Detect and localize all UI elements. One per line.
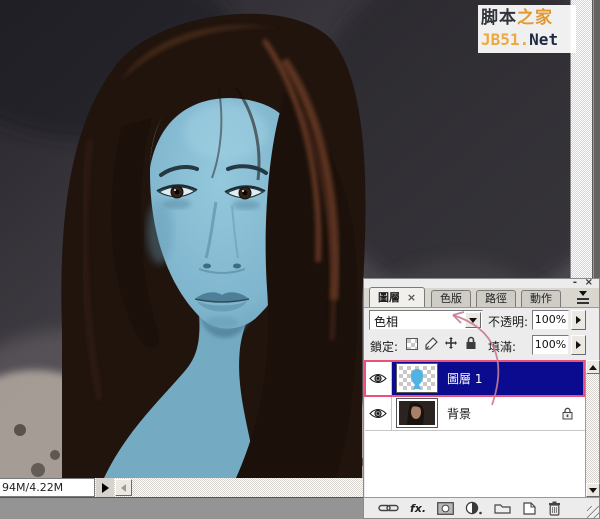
panel-menu-lines-icon xyxy=(577,302,589,304)
adjustment-layer-icon[interactable] xyxy=(465,501,483,515)
panel-footer: fx. xyxy=(364,497,599,518)
lock-paint-brush-icon[interactable] xyxy=(425,337,438,350)
fill-arrow-icon xyxy=(576,341,581,349)
opacity-field[interactable]: 100% xyxy=(532,310,569,330)
visibility-cell[interactable] xyxy=(365,396,392,430)
new-group-icon[interactable] xyxy=(494,502,511,514)
layer-row-layer1[interactable]: 圖層 1 xyxy=(365,361,585,396)
watermark-line2: JB51.Net xyxy=(481,29,573,51)
panel-resize-grip[interactable] xyxy=(587,506,599,518)
visibility-cell[interactable] xyxy=(365,361,392,395)
hscroll-left-button[interactable] xyxy=(115,479,132,496)
watermark-text-orange: 之家 xyxy=(517,8,553,28)
layer1-thumbnail-content xyxy=(399,366,435,390)
tab-channels[interactable]: 色版 xyxy=(431,290,471,307)
layers-panel: - × 圖層 × 色版 路徑 動作 色相 不透明: 100% xyxy=(363,278,600,519)
new-layer-icon[interactable] xyxy=(522,502,537,515)
panel-menu-lines-icon xyxy=(577,298,589,300)
link-layers-icon[interactable] xyxy=(378,503,399,513)
blend-mode-value: 色相 xyxy=(374,313,398,330)
tab-layers-label: 圖層 xyxy=(378,291,400,304)
status-menu-arrow-icon xyxy=(102,483,109,493)
tab-close-icon[interactable]: × xyxy=(407,291,416,304)
lock-all-icon[interactable] xyxy=(465,336,477,350)
status-menu-button[interactable] xyxy=(96,478,114,497)
opacity-label: 不透明: xyxy=(488,313,528,330)
layer-list: 圖層 1 背景 xyxy=(365,360,585,497)
background-layer-name[interactable]: 背景 xyxy=(447,405,471,422)
scroll-left-arrow-icon xyxy=(121,484,126,492)
panel-minimize-button[interactable]: - xyxy=(573,279,577,287)
watermark-url-dark: Net xyxy=(529,30,558,49)
fill-slider-button[interactable] xyxy=(571,335,586,355)
panel-menu-arrow-icon xyxy=(579,291,587,296)
layer1-name[interactable]: 圖層 1 xyxy=(447,370,482,387)
opacity-slider-button[interactable] xyxy=(571,310,586,330)
eye-visibility-icon xyxy=(369,373,387,384)
background-thumbnail[interactable] xyxy=(397,399,437,427)
layer1-thumbnail[interactable] xyxy=(397,364,437,392)
background-thumbnail-content xyxy=(399,401,435,425)
tab-actions[interactable]: 動作 xyxy=(521,290,561,307)
layer-list-scrollbar[interactable] xyxy=(585,360,599,497)
dropdown-arrow-icon xyxy=(469,318,477,323)
fill-label: 填滿: xyxy=(488,338,516,355)
lock-label: 鎖定: xyxy=(370,338,398,355)
layer-row-background[interactable]: 背景 xyxy=(365,396,585,431)
watermark-url-orange: JB51. xyxy=(481,30,529,49)
blend-mode-select[interactable]: 色相 xyxy=(369,310,483,330)
scroll-up-arrow-icon xyxy=(589,365,597,370)
eye-visibility-icon xyxy=(369,408,387,419)
tab-actions-label: 動作 xyxy=(530,292,552,305)
delete-layer-trash-icon[interactable] xyxy=(548,501,561,516)
status-document-size: 94M/4.22M xyxy=(0,478,95,497)
panel-close-button[interactable]: × xyxy=(585,279,593,287)
watermark-text-dark: 脚本 xyxy=(481,8,517,28)
scroll-up-button[interactable] xyxy=(586,360,600,374)
panel-tab-bar: 圖層 × 色版 路徑 動作 xyxy=(364,288,599,308)
watermark-line1: 脚本之家 xyxy=(481,7,573,29)
layer-lock-icon xyxy=(562,407,573,420)
add-layer-mask-icon[interactable] xyxy=(437,502,454,515)
tab-paths-label: 路徑 xyxy=(485,292,507,305)
scroll-down-arrow-icon xyxy=(589,488,597,493)
tab-paths[interactable]: 路徑 xyxy=(476,290,516,307)
layer-style-icon[interactable]: fx. xyxy=(410,502,426,515)
tab-channels-label: 色版 xyxy=(440,292,462,305)
panel-menu-icon[interactable] xyxy=(577,291,589,304)
photoshop-workspace: 94M/4.22M 脚本之家 JB51.Net - × 圖層 × 色版 路徑 動… xyxy=(0,0,600,519)
tab-layers[interactable]: 圖層 × xyxy=(369,287,425,307)
watermark: 脚本之家 JB51.Net xyxy=(478,5,576,53)
fill-field[interactable]: 100% xyxy=(532,335,569,355)
blend-mode-dropdown-button[interactable] xyxy=(465,312,481,328)
scroll-down-button[interactable] xyxy=(586,483,600,497)
lock-transparency-icon[interactable] xyxy=(406,338,418,350)
lock-position-move-icon[interactable] xyxy=(444,336,458,350)
opacity-arrow-icon xyxy=(576,316,581,324)
